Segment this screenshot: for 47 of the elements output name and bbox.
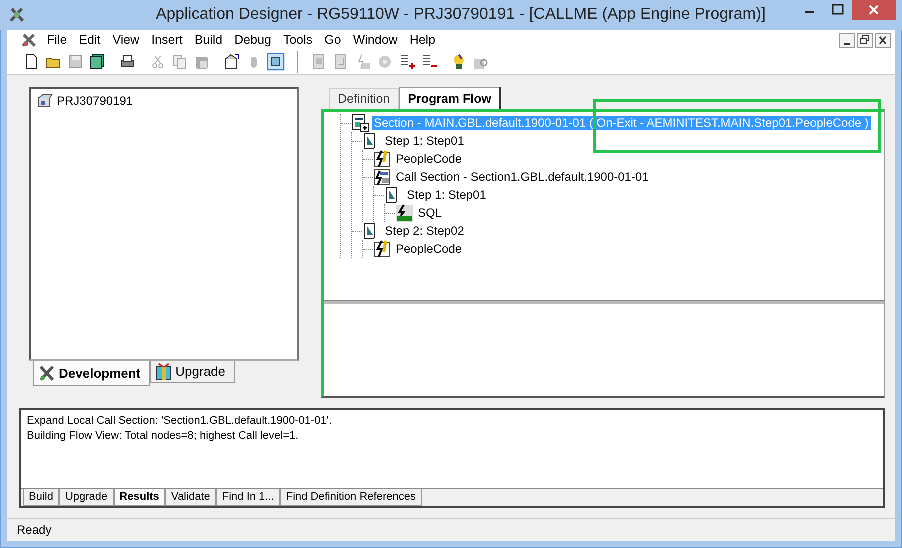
output-line: Building Flow View: Total nodes=8; highest Call level=1. <box>27 429 300 444</box>
save-all-icon[interactable] <box>89 53 107 71</box>
minimize-icon[interactable] <box>839 32 855 48</box>
tree-item[interactable]: SQL <box>416 206 444 220</box>
menu-item[interactable]: View <box>106 33 146 47</box>
tab[interactable]: Find In 1... <box>216 489 280 506</box>
menu-item[interactable]: Go <box>318 33 348 47</box>
tab[interactable]: Development <box>33 361 150 386</box>
menu-item[interactable]: Debug <box>228 33 278 47</box>
restore-icon[interactable] <box>857 32 873 48</box>
peoplecode-icon <box>373 150 392 168</box>
tools-icon <box>38 364 56 382</box>
menu-item[interactable]: Edit <box>73 33 107 47</box>
tree-item[interactable]: PeopleCode <box>394 152 464 166</box>
call-section-icon <box>373 168 392 186</box>
menu-item[interactable]: Window <box>347 33 404 47</box>
tab[interactable]: Program Flow <box>399 87 502 109</box>
tools-icon <box>8 6 26 24</box>
window-title: Application Designer - RG59110W - PRJ30790191 - [CALLME (App Engine Program)] <box>155 6 767 24</box>
project-icon[interactable] <box>267 53 285 71</box>
tab[interactable]: Results <box>114 489 166 506</box>
tab[interactable]: Upgrade <box>150 361 235 383</box>
package-icon <box>37 93 53 109</box>
tree-item[interactable]: Step 2: Step02 <box>383 224 466 238</box>
tree-item[interactable]: PRJ30790191 <box>56 94 134 108</box>
tree-item[interactable]: Call Section - Section1.GBL.default.1900-01-01 <box>394 170 651 184</box>
tree-item[interactable]: PeopleCode <box>394 242 464 256</box>
tools-icon[interactable] <box>21 32 37 48</box>
peoplecode-icon <box>373 240 392 258</box>
tree-item[interactable]: Step 1: Step01 <box>383 134 466 148</box>
status-text: Ready <box>17 523 52 537</box>
tab[interactable]: Find Definition References <box>280 489 422 506</box>
output-line: Expand Local Call Section: 'Section1.GBL.default.1900-01-01'. <box>27 414 334 429</box>
tab[interactable]: Build <box>23 489 60 506</box>
menu-item[interactable]: Insert <box>146 33 189 47</box>
tree-item[interactable]: Step 1: Step01 <box>405 188 488 202</box>
menu-item[interactable]: File <box>41 33 74 47</box>
close-icon[interactable] <box>875 32 891 48</box>
properties-icon[interactable] <box>223 53 241 71</box>
tab[interactable]: Definition <box>329 88 400 109</box>
menu-item[interactable]: Tools <box>277 33 319 47</box>
menu-item[interactable]: Build <box>188 33 229 47</box>
insert-row-icon[interactable] <box>398 53 416 71</box>
package-icon <box>154 362 173 380</box>
tab[interactable]: Upgrade <box>59 489 114 506</box>
menu-item[interactable]: Help <box>404 33 442 47</box>
tab[interactable]: Validate <box>165 489 216 506</box>
